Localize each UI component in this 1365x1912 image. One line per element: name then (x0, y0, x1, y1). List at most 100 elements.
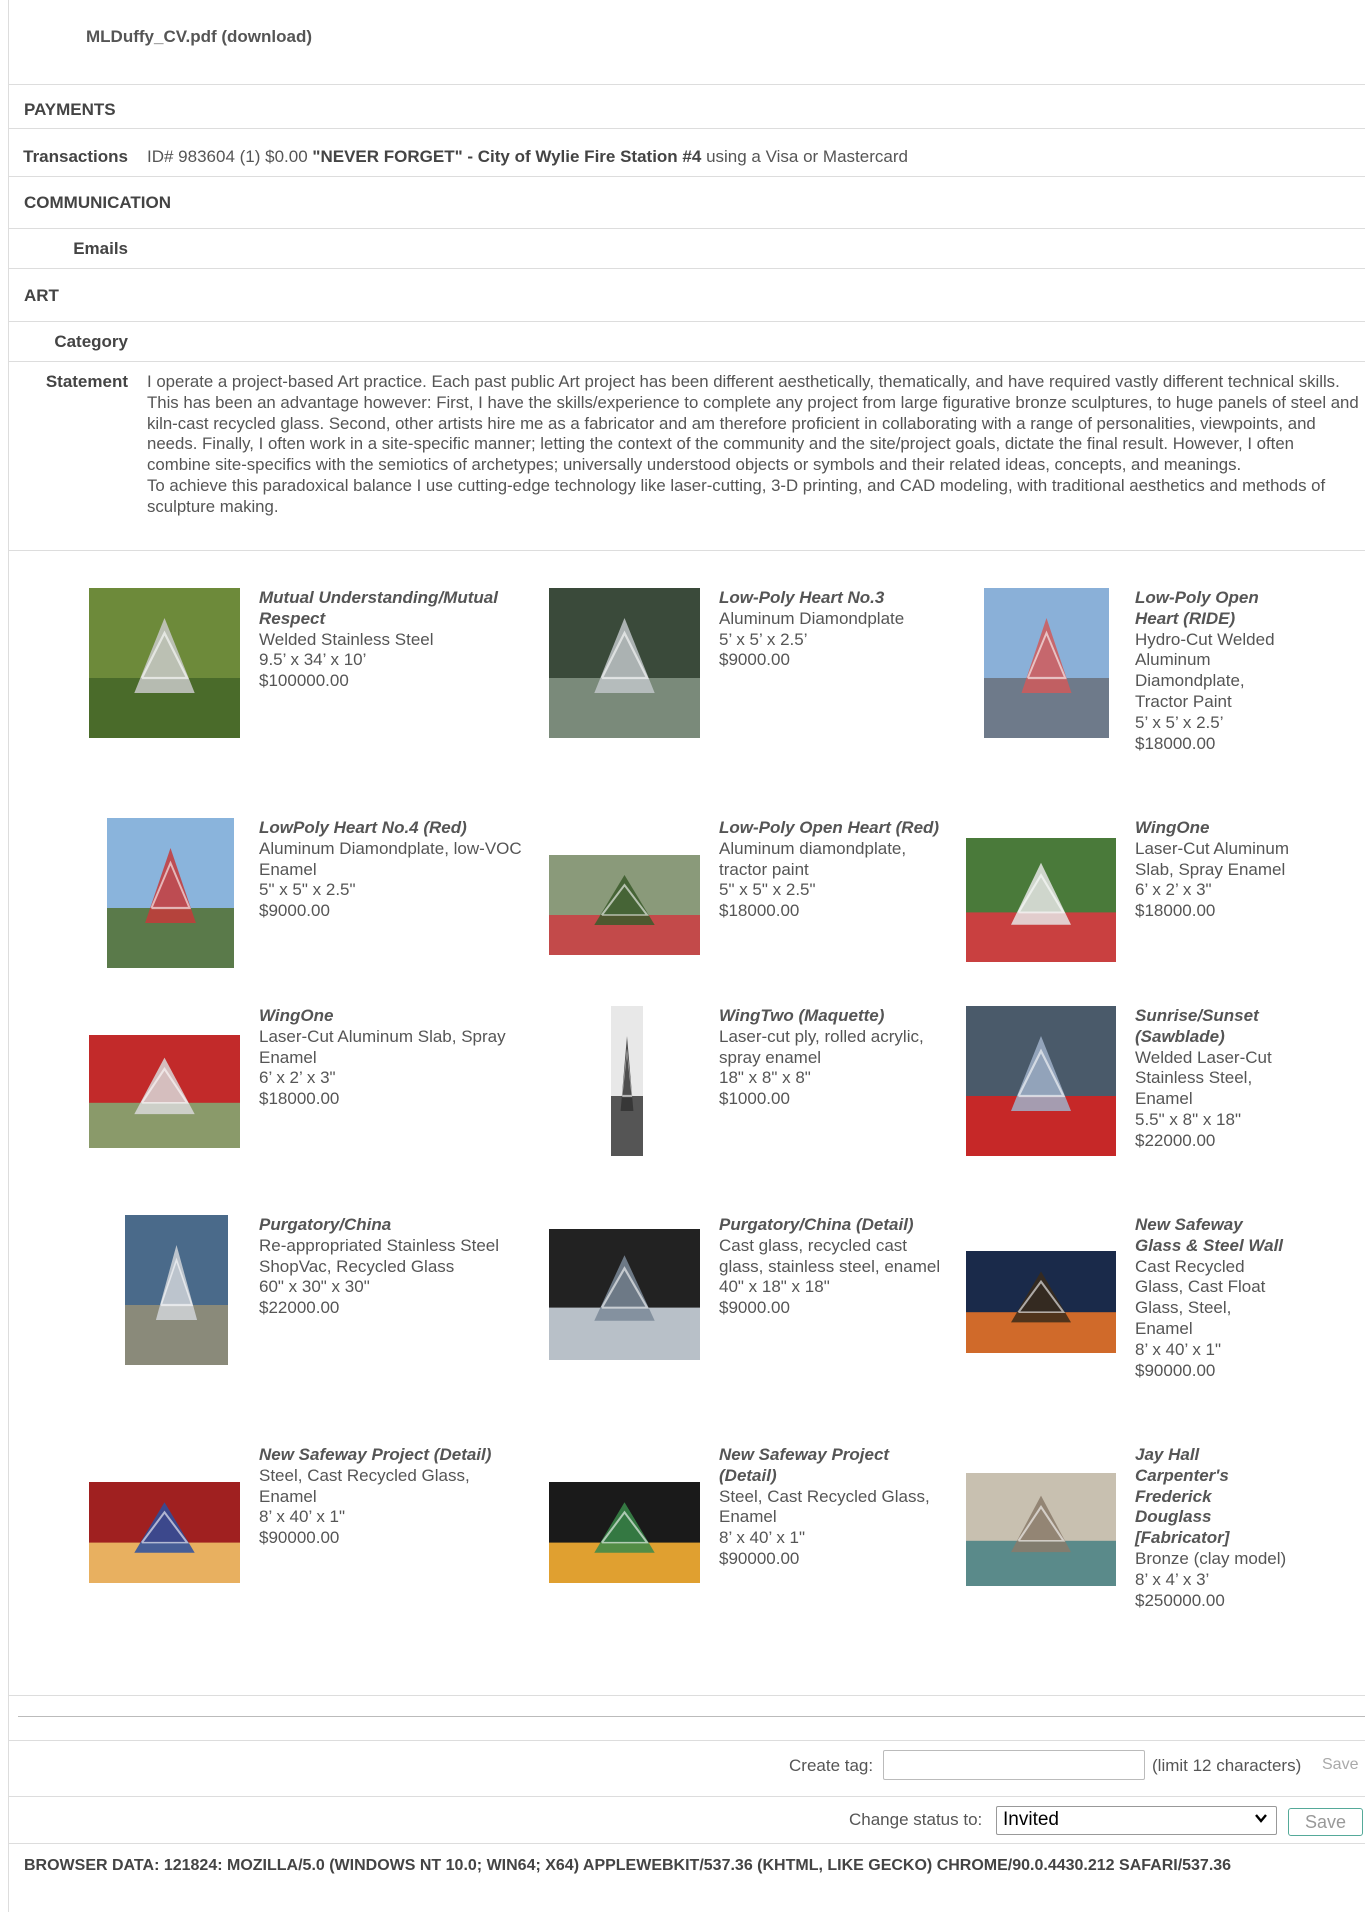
tag-save-button[interactable]: Save (1322, 1756, 1358, 1774)
artwork-dimensions: 8’ x 40’ x 1" (719, 1528, 806, 1548)
artwork-medium: Re-appropriated Stainless Steel ShopVac,… (259, 1235, 500, 1276)
page: MLDuffy_CV.pdf (download) PAYMENTS Trans… (0, 0, 1365, 1912)
artwork-price: $18000.00 (1135, 901, 1216, 921)
artwork-thumbnail[interactable] (89, 588, 240, 738)
artwork-medium: Laser-cut ply, rolled acrylic, spray ena… (719, 1026, 924, 1067)
artwork-dimensions: 40" x 18" x 18" (719, 1277, 830, 1297)
artwork-title: New Safeway Project (Detail) (259, 1445, 492, 1464)
change-status-label: Change status to: (849, 1810, 983, 1829)
create-tag-label: Create tag: (789, 1756, 874, 1775)
payments-row (8, 85, 1365, 129)
artwork-title: Jay Hall Carpenter's Frederick Douglass … (1135, 1445, 1230, 1548)
artwork-info: Purgatory/China (Detail) Cast glass, recy… (719, 1215, 949, 1319)
artwork-medium: Aluminum Diamondplate (719, 608, 905, 628)
artwork-title: Low-Poly Open Heart (Red) (719, 818, 940, 837)
artwork-title: WingOne (1135, 818, 1210, 837)
artwork-dimensions: 18" x 8" x 8" (719, 1068, 811, 1088)
artwork-dimensions: 8’ x 40’ x 1" (1135, 1339, 1222, 1359)
artwork-title: Sunrise/Sunset (Sawblade) (1135, 1006, 1259, 1046)
artwork-thumbnail[interactable] (549, 1229, 700, 1360)
artwork-price: $18000.00 (719, 901, 800, 921)
artwork-title: Mutual Understanding/Mutual Respect (259, 588, 498, 628)
artwork-dimensions: 5" x 5" x 2.5" (259, 880, 356, 900)
artwork-medium: Steel, Cast Recycled Glass, Enamel (259, 1465, 470, 1506)
status-select[interactable]: Invited (996, 1806, 1277, 1835)
artwork-title: WingTwo (Maquette) (719, 1006, 885, 1025)
artwork-thumbnail[interactable] (966, 838, 1116, 962)
artwork-thumbnail[interactable] (549, 855, 700, 955)
artwork-medium: Cast glass, recycled cast glass, stainle… (719, 1235, 941, 1276)
artwork-info: Purgatory/China Re-appropriated Stainless… (259, 1215, 529, 1319)
category-row (8, 322, 1365, 362)
artwork-price: $22000.00 (259, 1298, 340, 1318)
chevron-down-icon (1254, 1811, 1268, 1830)
artwork-thumbnail[interactable] (966, 1006, 1116, 1156)
artwork-price: $9000.00 (259, 901, 330, 921)
artwork-price: $22000.00 (1135, 1130, 1216, 1150)
artwork-medium: Steel, Cast Recycled Glass, Enamel (719, 1486, 930, 1527)
artwork-info: Low-Poly Open Heart (Red) Aluminum diamon… (719, 818, 949, 922)
artwork-price: $18000.00 (259, 1089, 340, 1109)
gallery-bottom (8, 1551, 1365, 1696)
browser-data: BROWSER DATA: 121824: MOZILLA/5.0 (WINDO… (24, 1857, 1232, 1874)
artwork-dimensions: 6’ x 2’ x 3" (1135, 880, 1212, 900)
divider (18, 1716, 1365, 1717)
artwork-title: WingOne (259, 1006, 334, 1025)
artwork-dimensions: 5.5" x 8" x 18" (1135, 1109, 1241, 1129)
artwork-info: WingOne Laser-Cut Aluminum Slab, Spray En… (259, 1006, 529, 1110)
status-selected-value: Invited (1003, 1809, 1059, 1830)
artwork-price: $90000.00 (259, 1528, 340, 1548)
artwork-thumbnail[interactable] (984, 588, 1109, 738)
artwork-medium: Laser-Cut Aluminum Slab, Spray Enamel (259, 1026, 506, 1067)
artwork-info: WingOne Laser-Cut Aluminum Slab, Spray En… (1135, 818, 1290, 922)
artwork-info: Sunrise/Sunset (Sawblade) Welded Laser-Cu… (1135, 1006, 1290, 1152)
status-save-button[interactable]: Save (1288, 1808, 1363, 1836)
artwork-info: Low-Poly Heart No.3 Aluminum Diamondplate… (719, 588, 949, 671)
artwork-thumbnail[interactable] (966, 1251, 1116, 1353)
artwork-info: New Safeway Glass & Steel Wall Cast Recyc… (1135, 1215, 1290, 1381)
artwork-dimensions: 5" x 5" x 2.5" (719, 880, 816, 900)
artwork-medium: Welded Stainless Steel (259, 629, 434, 649)
artwork-dimensions: 9.5’ x 34’ x 10’ (259, 650, 367, 670)
transactions-row (8, 129, 1365, 177)
artwork-price: $90000.00 (1135, 1360, 1216, 1380)
emails-row (8, 229, 1365, 269)
artwork-medium: Aluminum Diamondplate, low-VOC Enamel (259, 838, 522, 879)
artwork-thumbnail[interactable] (549, 588, 700, 738)
artwork-title: Purgatory/China (Detail) (719, 1215, 914, 1234)
artwork-price: $100000.00 (259, 671, 349, 691)
create-tag-input[interactable] (883, 1750, 1145, 1780)
communication-row (8, 177, 1365, 229)
artwork-dimensions: 5’ x 5’ x 2.5’ (1135, 712, 1224, 732)
artwork-title: Low-Poly Heart No.3 (719, 588, 885, 607)
artwork-thumbnail[interactable] (611, 1006, 643, 1156)
artwork-price: $18000.00 (1135, 733, 1216, 753)
artwork-title: New Safeway Project (Detail) (719, 1445, 890, 1485)
artwork-dimensions: 6’ x 2’ x 3" (259, 1068, 336, 1088)
artwork-price: $9000.00 (719, 650, 790, 670)
artwork-medium: Welded Laser-Cut Stainless Steel, Enamel (1135, 1047, 1272, 1109)
artwork-thumbnail[interactable] (125, 1215, 228, 1365)
artwork-price: $9000.00 (719, 1298, 790, 1318)
artwork-thumbnail[interactable] (89, 1035, 240, 1148)
artwork-dimensions: 60" x 30" x 30" (259, 1277, 370, 1297)
artwork-info: Low-Poly Open Heart (RIDE) Hydro-Cut Weld… (1135, 588, 1290, 754)
statement-row (8, 362, 1365, 551)
artwork-dimensions: 5’ x 5’ x 2.5’ (719, 629, 808, 649)
artwork-title: LowPoly Heart No.4 (Red) (259, 818, 467, 837)
artwork-info: Mutual Understanding/Mutual Respect Welde… (259, 588, 529, 692)
art-row (8, 269, 1365, 322)
artwork-dimensions: 8’ x 40’ x 1" (259, 1507, 346, 1527)
artwork-info: LowPoly Heart No.4 (Red) Aluminum Diamond… (259, 818, 529, 922)
tag-limit-hint: (limit 12 characters) (1152, 1756, 1302, 1775)
cv-row (8, 0, 1365, 85)
artwork-price: $1000.00 (719, 1089, 790, 1109)
artwork-medium: Aluminum diamondplate, tractor paint (719, 838, 907, 879)
artwork-info: WingTwo (Maquette) Laser-cut ply, rolled … (719, 1006, 949, 1110)
artwork-medium: Hydro-Cut Welded Aluminum Diamondplate, … (1135, 629, 1275, 711)
artwork-info: New Safeway Project (Detail) Steel, Cast … (259, 1445, 529, 1549)
artwork-title: Low-Poly Open Heart (RIDE) (1135, 588, 1259, 628)
artwork-title: New Safeway Glass & Steel Wall (1135, 1215, 1284, 1255)
artwork-thumbnail[interactable] (107, 818, 234, 968)
artwork-medium: Laser-Cut Aluminum Slab, Spray Enamel (1135, 838, 1290, 879)
